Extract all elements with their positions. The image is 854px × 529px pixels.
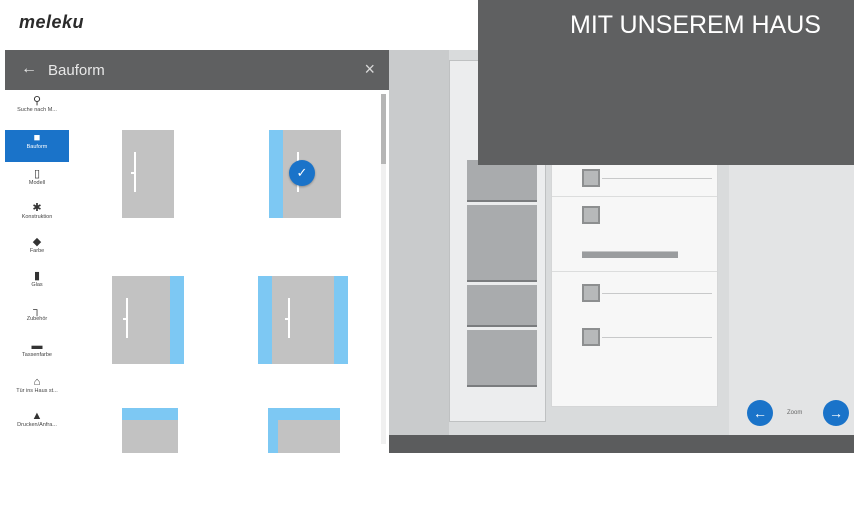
nav-item-label: Glas bbox=[31, 282, 43, 288]
side-nav: ⚲ Suche nach M... ■ Bauform ▯ Modell ✱ Konstruk… bbox=[5, 90, 71, 453]
door-icon: ■ bbox=[33, 132, 41, 144]
nav-item-label: Suche nach M... bbox=[17, 107, 57, 113]
door-groove bbox=[602, 178, 712, 179]
tile-door-knob bbox=[131, 172, 135, 174]
tile-door-knob bbox=[285, 318, 289, 320]
preview-pager: ← Zoom → bbox=[747, 400, 854, 428]
bauform-tile-door-toplight[interactable] bbox=[122, 408, 178, 453]
wall-left bbox=[389, 50, 449, 453]
nav-item-t-r-ins-haus-st[interactable]: ⌂ Tür ins Haus st... bbox=[5, 374, 69, 404]
door-window-square bbox=[582, 169, 600, 187]
nav-item-label: Farbe bbox=[29, 248, 45, 254]
arrow-left-icon[interactable]: ← bbox=[21, 60, 37, 78]
glass-pane bbox=[467, 205, 537, 282]
nav-item-label: Modell bbox=[28, 180, 46, 186]
tile-door-knob bbox=[123, 318, 127, 320]
glass-pane bbox=[467, 160, 537, 202]
glass-icon: ▮ bbox=[33, 270, 41, 282]
tile-panel-highlight bbox=[268, 420, 278, 453]
door-window-square bbox=[582, 328, 600, 346]
brand-logo[interactable]: meleku bbox=[19, 12, 84, 33]
nav-item-label: Tür ins Haus st... bbox=[16, 388, 58, 394]
glass-pane bbox=[467, 285, 537, 327]
gear-icon: ✱ bbox=[32, 202, 42, 214]
banner-text: MIT UNSEREM HAUS bbox=[570, 11, 821, 39]
handle-icon: ┐ bbox=[33, 304, 41, 316]
nav-item-suche-nach-m[interactable]: ⚲ Suche nach M... bbox=[5, 93, 69, 123]
bauform-tile-door-only[interactable] bbox=[122, 130, 174, 218]
configurator-app: meleku ← Bauform × ⚲ Suche nach M... ■ Bauf… bbox=[0, 0, 854, 529]
arrow-left-icon[interactable]: ← bbox=[747, 400, 773, 426]
nav-item-bauform[interactable]: ■ Bauform bbox=[5, 130, 69, 162]
glass-pane bbox=[467, 330, 537, 387]
door-groove bbox=[552, 196, 717, 197]
bauform-tile-door-sidepanel-right[interactable] bbox=[112, 276, 184, 364]
floor bbox=[389, 435, 854, 453]
panel-header: ← Bauform × bbox=[5, 50, 389, 90]
print-icon: ▲ bbox=[31, 410, 43, 422]
bauform-tile-door-two-sidepanels[interactable] bbox=[258, 276, 348, 364]
bauform-tile-door-toplight-sidepanel[interactable] bbox=[268, 408, 340, 453]
door-groove bbox=[602, 293, 712, 294]
nav-item-label: Zubehör bbox=[26, 316, 48, 322]
tile-panel-highlight bbox=[269, 130, 283, 218]
model-icon: ▯ bbox=[33, 168, 41, 180]
mailbox-icon: ▬ bbox=[31, 340, 43, 352]
panel-scrollbar[interactable] bbox=[381, 94, 386, 444]
pager-label: Zoom bbox=[787, 410, 803, 416]
nav-item-tassenfarbe[interactable]: ▬ Tassenfarbe bbox=[5, 338, 69, 368]
door-groove bbox=[552, 271, 717, 272]
tile-panel-highlight bbox=[122, 408, 178, 420]
nav-item-glas[interactable]: ▮ Glas bbox=[5, 268, 69, 298]
tile-panel-highlight bbox=[170, 276, 184, 364]
search-icon: ⚲ bbox=[32, 95, 42, 107]
nav-item-konstruktion[interactable]: ✱ Konstruktion bbox=[5, 200, 69, 230]
door-window-square bbox=[582, 284, 600, 302]
nav-item-modell[interactable]: ▯ Modell bbox=[5, 166, 69, 196]
tile-panel-highlight bbox=[258, 276, 272, 364]
bauform-grid: ✓ bbox=[72, 90, 378, 453]
door-window-square bbox=[582, 206, 600, 224]
house-icon: ⌂ bbox=[33, 376, 41, 388]
paint-icon: ◆ bbox=[32, 236, 42, 248]
nav-item-zubeh-r[interactable]: ┐ Zubehör bbox=[5, 302, 69, 332]
promo-banner: MIT UNSEREM HAUS bbox=[478, 0, 854, 165]
nav-item-drucken-anfra[interactable]: ▲ Drucken/Anfra... bbox=[5, 408, 69, 438]
close-icon[interactable]: × bbox=[364, 59, 375, 80]
nav-item-label: Konstruktion bbox=[21, 214, 53, 220]
scrollbar-thumb[interactable] bbox=[381, 94, 386, 164]
nav-item-label: Bauform bbox=[26, 144, 48, 150]
door-handle bbox=[582, 251, 678, 258]
door-groove bbox=[602, 337, 712, 338]
config-panel: ← Bauform × ⚲ Suche nach M... ■ Bauform ▯ Mod… bbox=[5, 50, 390, 453]
nav-item-farbe[interactable]: ◆ Farbe bbox=[5, 234, 69, 264]
tile-panel-highlight bbox=[268, 408, 340, 420]
arrow-right-icon[interactable]: → bbox=[823, 400, 849, 426]
nav-item-label: Tassenfarbe bbox=[22, 352, 52, 358]
nav-item-label: Drucken/Anfra... bbox=[17, 422, 57, 428]
tile-panel-highlight bbox=[334, 276, 348, 364]
check-icon: ✓ bbox=[289, 160, 315, 186]
panel-title: Bauform bbox=[48, 62, 105, 79]
